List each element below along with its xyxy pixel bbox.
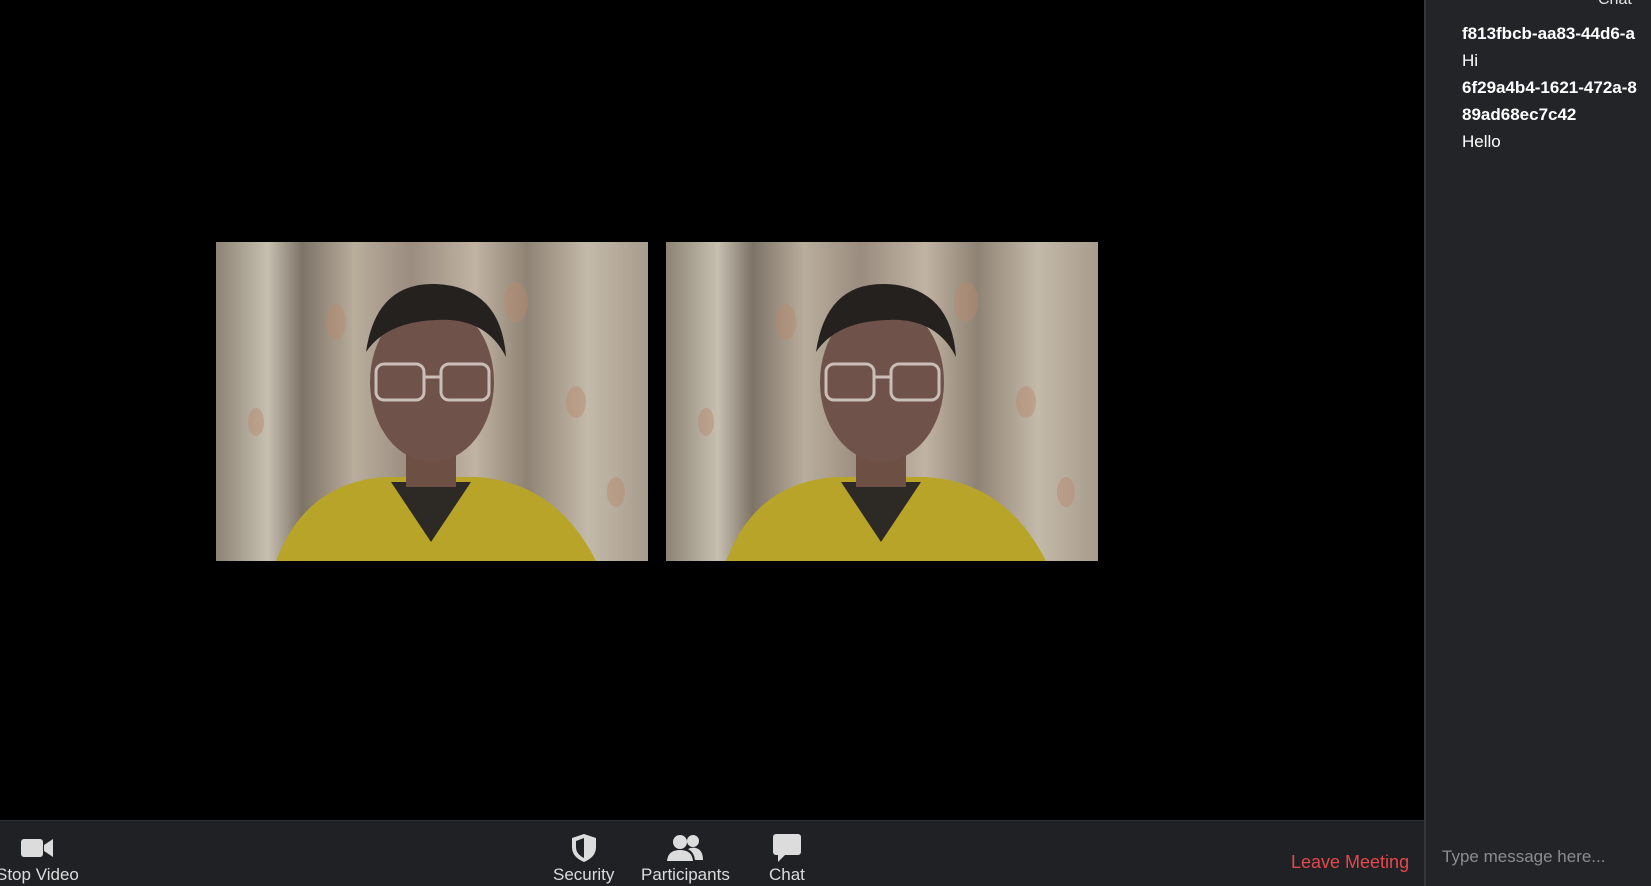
chat-label: Chat [769, 865, 805, 884]
chat-message-sender: f813fbcb-aa83-44d6-a [1462, 24, 1635, 43]
webcam-feed-image [216, 242, 648, 561]
video-camera-icon [20, 833, 54, 863]
stop-video-label: Stop Video [0, 865, 79, 884]
security-button[interactable]: Security [553, 833, 614, 885]
meeting-window: Stop Video Security Participants Chat Le… [0, 0, 1651, 886]
webcam-feed-image [666, 242, 1098, 561]
security-label: Security [553, 865, 615, 884]
people-icon [666, 833, 704, 863]
speech-bubble-icon [772, 833, 802, 863]
chat-message-text: Hello [1462, 132, 1501, 151]
chat-message-sender-continued: 89ad68ec7c42 [1462, 105, 1577, 124]
participant-video-tile[interactable] [216, 242, 648, 561]
chat-button[interactable]: Chat [769, 833, 805, 885]
chat-message-list: f813fbcb-aa83-44d6-a Hi 6f29a4b4-1621-47… [1462, 20, 1651, 155]
chat-message-text: Hi [1462, 51, 1479, 70]
video-stage [0, 0, 1424, 820]
meeting-toolbar: Stop Video Security Participants Chat [0, 820, 1424, 886]
participants-button[interactable]: Participants [641, 833, 730, 885]
leave-meeting-button[interactable]: Leave Meeting [1291, 852, 1409, 873]
chat-message-sender: 6f29a4b4-1621-472a-8 [1462, 78, 1637, 97]
stop-video-button[interactable]: Stop Video [0, 833, 79, 885]
participant-video-tile[interactable] [666, 242, 1098, 561]
chat-panel-title: Chat [1598, 0, 1632, 9]
chat-panel: Chat f813fbcb-aa83-44d6-a Hi 6f29a4b4-16… [1424, 0, 1651, 886]
participants-label: Participants [641, 865, 730, 884]
shield-icon [570, 833, 598, 863]
chat-message-input[interactable] [1440, 842, 1644, 872]
